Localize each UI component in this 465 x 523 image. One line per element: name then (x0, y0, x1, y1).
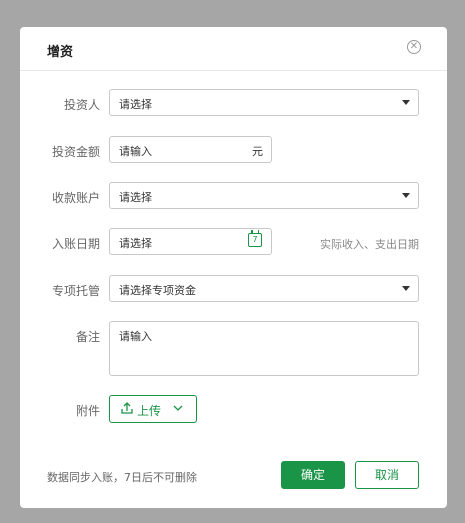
upload-button[interactable]: 上传 (109, 395, 197, 423)
calendar-icon[interactable]: 7 (248, 230, 262, 247)
account-label: 收款账户 (51, 191, 100, 205)
custody-select-value: 请选择专项资金 (119, 284, 196, 297)
chevron-down-icon (402, 193, 410, 198)
chevron-down-icon (402, 100, 410, 105)
date-picker[interactable]: 请选择 7 (109, 228, 272, 255)
remark-label: 备注 (75, 330, 100, 344)
confirm-button[interactable]: 确定 (281, 461, 345, 489)
date-hint: 实际收入、支出日期 (320, 238, 419, 251)
investor-select[interactable]: 请选择 (109, 89, 419, 116)
investor-select-value: 请选择 (119, 98, 152, 111)
custody-label: 专项托管 (51, 284, 100, 298)
chevron-down-icon (173, 405, 183, 411)
dialog-title: 增资 (47, 45, 74, 60)
remark-textarea[interactable]: 请输入 (109, 321, 419, 376)
custody-select[interactable]: 请选择专项资金 (109, 275, 419, 302)
upload-icon (121, 402, 133, 414)
date-picker-value: 请选择 (119, 237, 152, 250)
account-select-value: 请选择 (119, 191, 152, 204)
amount-input-placeholder: 请输入 (119, 145, 152, 158)
attachment-label: 附件 (75, 404, 100, 418)
amount-input[interactable]: 请输入 元 (109, 136, 272, 163)
close-icon[interactable]: ✕ (407, 40, 421, 54)
date-label: 入账日期 (51, 237, 100, 251)
chevron-down-icon (402, 286, 410, 291)
investor-label: 投资人 (63, 98, 100, 112)
upload-button-label: 上传 (137, 404, 162, 418)
footer-note: 数据同步入账，7日后不可删除 (47, 471, 197, 484)
dialog-header: 增资 ✕ (20, 27, 447, 71)
amount-label: 投资金额 (51, 145, 100, 159)
account-select[interactable]: 请选择 (109, 182, 419, 209)
add-investment-dialog: 增资 ✕ 投资人 请选择 投资金额 请输入 元 收款账户 请选择 入账日期 请选… (20, 27, 447, 508)
remark-placeholder: 请输入 (119, 330, 152, 343)
amount-unit: 元 (252, 145, 263, 158)
cancel-button[interactable]: 取消 (355, 461, 419, 489)
